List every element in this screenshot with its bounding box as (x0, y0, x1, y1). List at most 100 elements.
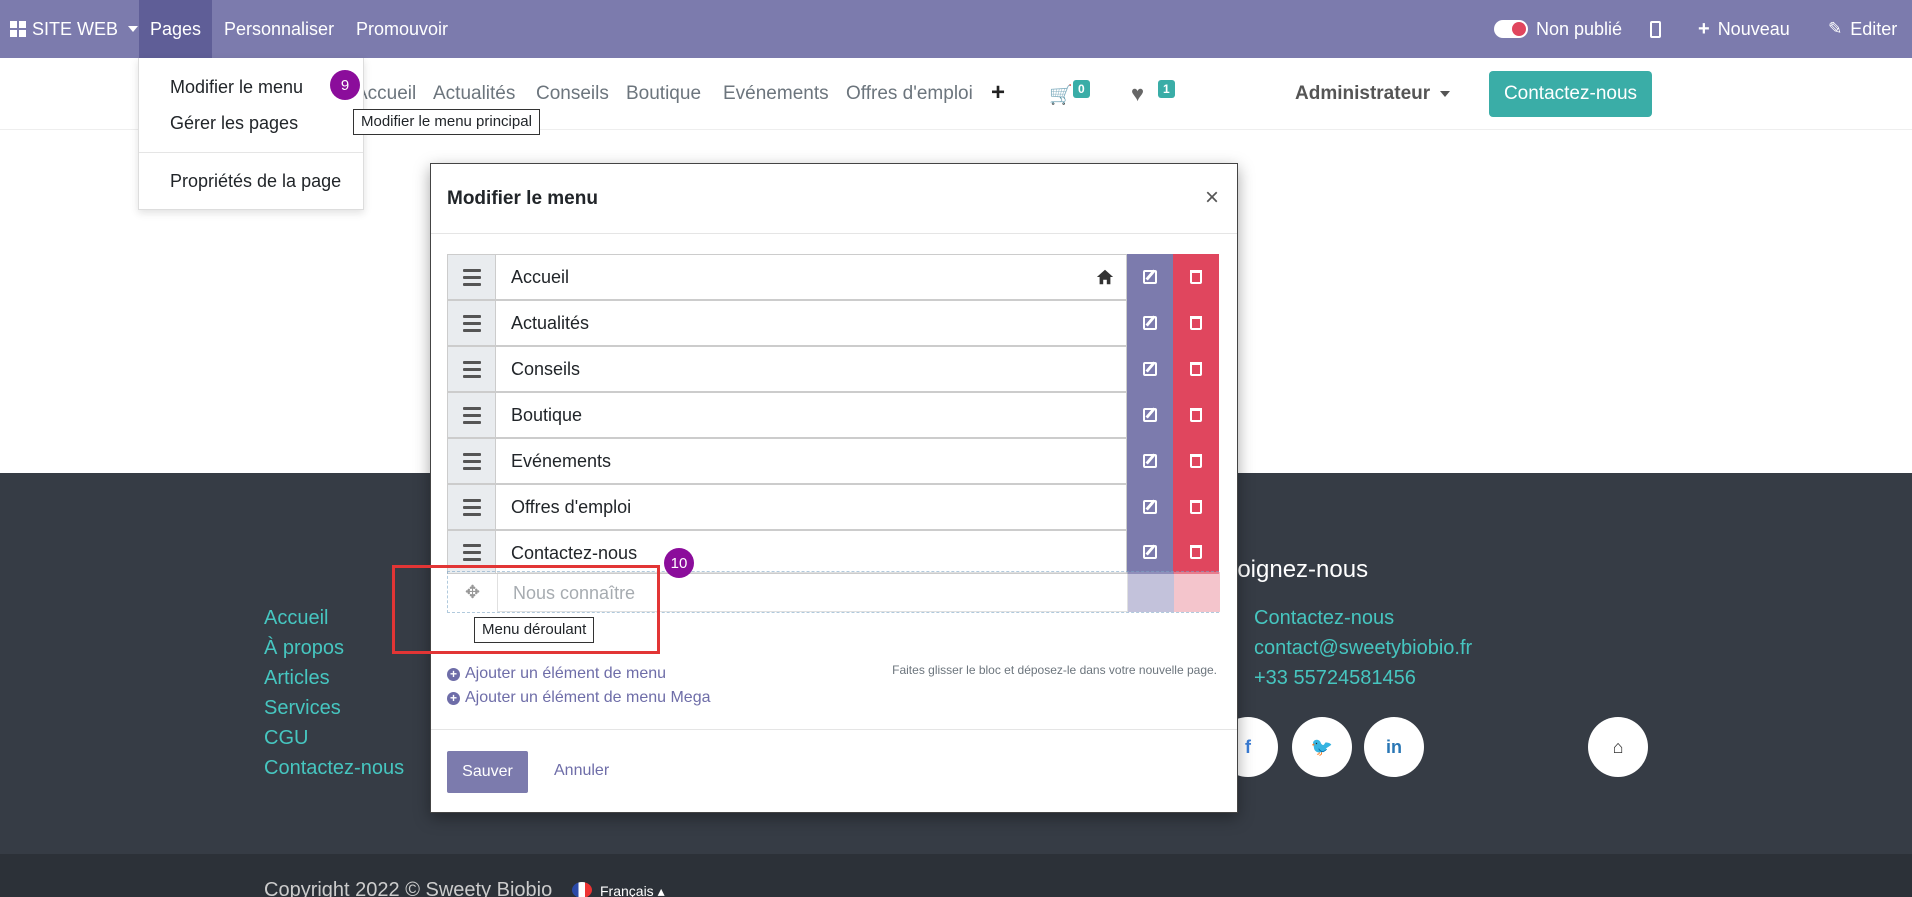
drag-handle-icon[interactable] (447, 484, 496, 530)
footer-contact-link[interactable]: Contactez-nous (1254, 607, 1394, 630)
trash-icon (1190, 362, 1202, 376)
new-label: Nouveau (1717, 19, 1790, 39)
promote-menu-button[interactable]: Promouvoir (356, 0, 448, 58)
plus-circle-icon: + (447, 691, 460, 705)
delete-menu-item-button[interactable] (1173, 300, 1219, 346)
menu-item-modifier-le-menu[interactable]: Modifier le menu (170, 77, 303, 98)
home-icon[interactable]: ⌂ (1588, 717, 1648, 777)
menu-item-gerer-les-pages[interactable]: Gérer les pages (170, 113, 298, 134)
edit-icon (1143, 454, 1157, 468)
edit-label: Editer (1850, 19, 1898, 39)
edit-menu-item-button[interactable] (1127, 254, 1173, 300)
footer-link-a-propos[interactable]: À propos (264, 637, 344, 660)
contact-us-button[interactable]: Contactez-nous (1489, 71, 1652, 117)
menu-row: Actualités (447, 300, 1219, 346)
mobile-preview-button[interactable] (1650, 0, 1661, 58)
footer-phone-link[interactable]: +33 55724581456 (1254, 667, 1416, 690)
trash-icon (1190, 408, 1202, 422)
drag-handle-icon[interactable] (447, 254, 496, 300)
edit-menu-item-button[interactable] (1128, 572, 1174, 612)
apps-grid-icon (10, 21, 26, 37)
cart-count-badge: 0 (1073, 80, 1090, 98)
caret-down-icon (1440, 90, 1451, 97)
add-menu-item-link[interactable]: + Ajouter un élément de menu (447, 665, 666, 683)
add-mega-menu-item-link[interactable]: + Ajouter un élément de menu Mega (447, 689, 710, 707)
home-icon (1096, 269, 1114, 285)
step-badge-10: 10 (664, 548, 694, 578)
footer-link-cgu[interactable]: CGU (264, 727, 308, 750)
menu-row-label: Accueil (496, 254, 1127, 300)
drag-handle-icon[interactable] (447, 346, 496, 392)
edit-menu-modal: Modifier le menu × Accueil Actualités Co… (430, 163, 1238, 813)
add-mega-menu-item-label: Ajouter un élément de menu Mega (465, 689, 711, 706)
delete-menu-item-button[interactable] (1173, 392, 1219, 438)
menu-item-proprietes-page[interactable]: Propriétés de la page (170, 171, 341, 192)
nav-item-actualites[interactable]: Actualités (433, 83, 515, 105)
menu-row-label: Boutique (496, 392, 1127, 438)
site-web-menu[interactable]: SITE WEB (10, 0, 139, 58)
step-badge-9: 9 (330, 70, 360, 100)
nav-item-accueil[interactable]: Accueil (355, 83, 416, 105)
edit-menu-item-button[interactable] (1127, 346, 1173, 392)
cart-icon[interactable]: 🛒 (1049, 83, 1073, 107)
nav-item-boutique[interactable]: Boutique (626, 83, 701, 105)
modal-title: Modifier le menu (447, 188, 598, 209)
footer-link-articles[interactable]: Articles (264, 667, 330, 690)
delete-menu-item-button[interactable] (1173, 438, 1219, 484)
delete-menu-item-button[interactable] (1173, 254, 1219, 300)
footer-link-contact[interactable]: Contactez-nous (264, 757, 404, 780)
admin-top-bar: SITE WEB Pages Personnaliser Promouvoir … (0, 0, 1912, 58)
wishlist-count-badge: 1 (1158, 80, 1175, 98)
edit-menu-item-button[interactable] (1127, 530, 1173, 574)
mobile-phone-icon (1650, 20, 1661, 38)
site-web-label: SITE WEB (32, 19, 119, 39)
nav-item-conseils[interactable]: Conseils (536, 83, 609, 105)
drag-handle-icon[interactable] (447, 300, 496, 346)
edit-menu-item-button[interactable] (1127, 438, 1173, 484)
add-menu-plus-icon[interactable]: + (991, 79, 1005, 107)
edit-menu-item-button[interactable] (1127, 392, 1173, 438)
menu-row: Accueil (447, 254, 1219, 300)
twitter-icon[interactable]: 🐦 (1292, 717, 1352, 777)
plus-icon: + (1698, 18, 1710, 40)
cancel-button[interactable]: Annuler (554, 762, 609, 780)
nav-item-evenements[interactable]: Evénements (723, 83, 829, 105)
modal-header: Modifier le menu × (431, 164, 1237, 234)
delete-menu-item-button[interactable] (1173, 484, 1219, 530)
edit-button[interactable]: ✎ Editer (1828, 0, 1897, 58)
footer-email-link[interactable]: contact@sweetybiobio.fr (1254, 637, 1472, 660)
pages-menu-button[interactable]: Pages (139, 0, 212, 58)
user-menu[interactable]: Administrateur (1295, 83, 1451, 105)
trash-icon (1190, 316, 1202, 330)
drag-hint-text: Faites glisser le bloc et déposez-le dan… (892, 663, 1217, 677)
drag-handle-icon[interactable] (447, 392, 496, 438)
delete-menu-item-button[interactable] (1174, 572, 1220, 612)
footer-link-accueil[interactable]: Accueil (264, 607, 328, 630)
publish-toggle[interactable]: Non publié (1494, 0, 1622, 58)
promote-label: Promouvoir (356, 19, 449, 39)
edit-icon (1143, 270, 1157, 284)
customize-menu-button[interactable]: Personnaliser (224, 0, 334, 58)
menu-row-label: Actualités (496, 300, 1127, 346)
close-icon[interactable]: × (1205, 184, 1219, 212)
nav-item-offres-emploi[interactable]: Offres d'emploi (846, 83, 973, 105)
delete-menu-item-button[interactable] (1173, 530, 1219, 574)
drag-handle-icon[interactable] (447, 438, 496, 484)
tooltip-menu-deroulant: Menu déroulant (474, 617, 595, 643)
pages-label: Pages (149, 19, 202, 39)
edit-menu-item-button[interactable] (1127, 484, 1173, 530)
menu-row: Evénements (447, 438, 1219, 484)
footer-join-heading: joignez-nous (1232, 556, 1369, 583)
edit-menu-item-button[interactable] (1127, 300, 1173, 346)
heart-icon[interactable]: ♥ (1131, 81, 1144, 107)
save-button[interactable]: Sauver (447, 751, 528, 793)
linkedin-icon[interactable]: in (1364, 717, 1424, 777)
menu-row-text: Accueil (511, 267, 570, 287)
footer-link-services[interactable]: Services (264, 697, 341, 720)
new-button[interactable]: + Nouveau (1698, 0, 1790, 58)
publish-status-label: Non publié (1536, 19, 1623, 39)
edit-icon (1143, 500, 1157, 514)
language-selector[interactable]: Français ▴ (600, 883, 665, 897)
delete-menu-item-button[interactable] (1173, 346, 1219, 392)
pencil-icon: ✎ (1828, 19, 1843, 38)
